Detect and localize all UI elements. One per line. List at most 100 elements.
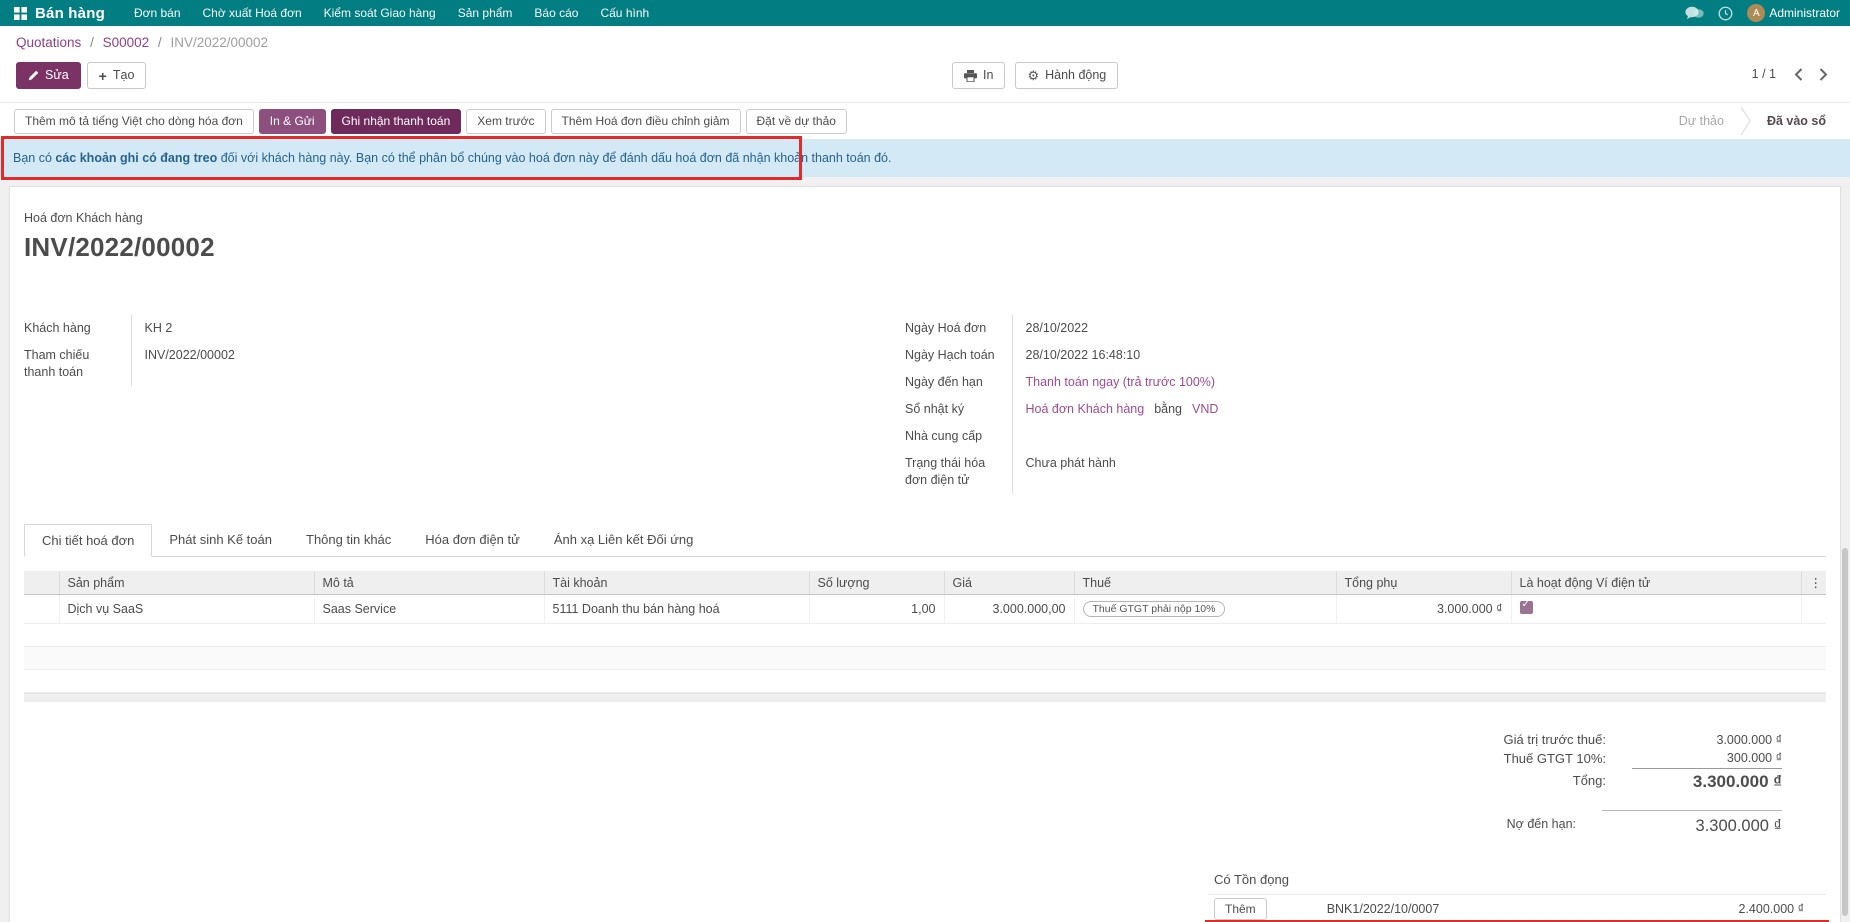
apps-grid-icon[interactable]	[14, 7, 27, 20]
tax-amount-value: 300.000 ₫	[1632, 749, 1782, 768]
add-vietnamese-description-button[interactable]: Thêm mô tả tiếng Việt cho dòng hóa đơn	[14, 109, 254, 134]
pager-previous-icon[interactable]	[1794, 68, 1803, 81]
left-field-group: Khách hàng KH 2 Tham chiếu thanh toán IN…	[24, 315, 624, 494]
payment-reference: BNK1/2022/10/0007	[1327, 902, 1440, 916]
state-draft[interactable]: Dự thảo	[1673, 110, 1730, 132]
breadcrumb-separator: /	[90, 35, 94, 50]
app-name[interactable]: Bán hàng	[35, 5, 105, 22]
tab-invoice-lines[interactable]: Chi tiết hoá đơn	[24, 524, 152, 557]
pager-count: 1 / 1	[1752, 67, 1776, 81]
list-footer-band	[24, 693, 1826, 702]
breadcrumb-s00002[interactable]: S00002	[103, 35, 150, 50]
action-button[interactable]: ⚙ Hành động	[1015, 62, 1118, 89]
activity-clock-icon[interactable]	[1718, 6, 1733, 21]
state-posted[interactable]: Đã vào sổ	[1761, 110, 1832, 132]
document-type-label: Hoá đơn Khách hàng	[24, 187, 1826, 225]
alert-text-suffix: đối với khách hàng này. Bạn có thể phân …	[221, 151, 892, 165]
field-label-customer: Khách hàng	[24, 315, 131, 342]
register-payment-button[interactable]: Ghi nhận thanh toán	[331, 109, 462, 134]
reset-to-draft-button[interactable]: Đặt về dự thảo	[746, 109, 847, 134]
tab-other-info[interactable]: Thông tin khác	[289, 524, 408, 556]
totals-section: Giá trị trước thuế: 3.000.000 ₫ Thuế GTG…	[24, 730, 1826, 838]
vertical-scrollbar[interactable]	[1842, 548, 1848, 916]
cell-quantity: 1,00	[809, 595, 944, 624]
menu-kiem-soat-giao-hang[interactable]: Kiểm soát Giao hàng	[313, 0, 447, 26]
create-button[interactable]: + Tạo	[87, 62, 147, 89]
menu-cho-xuat-hoa-don[interactable]: Chờ xuất Hoá đơn	[192, 0, 313, 26]
untaxed-amount-value: 3.000.000 ₫	[1632, 730, 1782, 749]
row-handle	[24, 595, 59, 624]
invoice-line-row[interactable]: Dịch vụ SaaS Saas Service 5111 Doanh thu…	[24, 595, 1826, 624]
control-panel: Quotations / S00002 / INV/2022/00002 Sửa…	[0, 26, 1850, 102]
breadcrumb-quotations[interactable]: Quotations	[16, 35, 81, 50]
field-value-journal[interactable]: Hoá đơn Khách hàng	[1026, 402, 1145, 416]
pager-next-icon[interactable]	[1819, 68, 1828, 81]
outstanding-credits-title: Có Tồn đọng	[1208, 868, 1826, 894]
menu-san-pham[interactable]: Sản phẩm	[447, 0, 524, 26]
amount-due-label: Nợ đến hạn:	[1507, 810, 1602, 838]
outstanding-credits-alert: Bạn có các khoản ghi có đang treo đối vớ…	[0, 139, 1850, 177]
cell-price: 3.000.000,00	[944, 595, 1074, 624]
column-description[interactable]: Mô tả	[314, 571, 544, 595]
journal-conjunction: bằng	[1154, 402, 1182, 416]
optional-columns-icon[interactable]: ⋮	[1801, 571, 1826, 595]
user-avatar: A	[1747, 4, 1765, 22]
tab-journal-items[interactable]: Phát sinh Kế toán	[152, 524, 289, 556]
total-label: Tổng:	[1504, 768, 1632, 794]
add-credit-note-button[interactable]: Thêm Hoá đơn điều chỉnh giảm	[551, 109, 741, 134]
state-arrow-icon	[1740, 107, 1751, 135]
empty-list-row	[24, 647, 1826, 670]
column-tax[interactable]: Thuế	[1074, 571, 1336, 595]
invoice-form-sheet: Hoá đơn Khách hàng INV/2022/00002 Khách …	[9, 186, 1841, 922]
field-label-due-date: Ngày đến hạn	[905, 369, 1012, 396]
field-label-payment-reference: Tham chiếu thanh toán	[24, 342, 131, 386]
top-navbar: Bán hàng Đơn bán Chờ xuất Hoá đơn Kiểm s…	[0, 0, 1850, 26]
cell-account: 5111 Doanh thu bán hàng hoá	[544, 595, 809, 624]
menu-cau-hinh[interactable]: Cấu hình	[589, 0, 660, 26]
tax-amount-label: Thuế GTGT 10%:	[1504, 749, 1632, 768]
column-price[interactable]: Giá	[944, 571, 1074, 595]
add-payment-button[interactable]: Thêm	[1214, 898, 1267, 920]
field-value-customer: KH 2	[131, 315, 311, 342]
total-value: 3.300.000 ₫	[1632, 768, 1782, 794]
cell-product: Dịch vụ SaaS	[59, 595, 314, 624]
field-value-vendor	[1012, 423, 1218, 450]
column-ewallet[interactable]: Là hoạt động Ví điện tử	[1511, 571, 1801, 595]
alert-text-prefix: Bạn có	[13, 151, 52, 165]
preview-button[interactable]: Xem trước	[466, 109, 545, 134]
outstanding-credits-section: Có Tồn đọng Thêm BNK1/2022/10/0007 2.400…	[1208, 868, 1826, 922]
tab-counterpart-mapping[interactable]: Ánh xạ Liên kết Đối ứng	[537, 524, 711, 556]
field-value-payment-terms[interactable]: Thanh toán ngay (trả trước 100%)	[1012, 369, 1218, 396]
breadcrumb-separator: /	[158, 35, 162, 50]
empty-list-row	[24, 670, 1826, 693]
gear-icon: ⚙	[1027, 69, 1039, 82]
column-handle	[24, 571, 59, 595]
menu-bao-cao[interactable]: Báo cáo	[523, 0, 589, 26]
menu-don-ban[interactable]: Đơn bán	[123, 0, 192, 26]
print-and-send-button[interactable]: In & Gửi	[259, 109, 326, 134]
cell-description: Saas Service	[314, 595, 544, 624]
field-label-invoice-date: Ngày Hoá đơn	[905, 315, 1012, 342]
messages-icon[interactable]	[1685, 6, 1704, 20]
alert-outstanding-credits-link[interactable]: các khoản ghi có đang treo	[55, 151, 217, 165]
field-value-accounting-date: 28/10/2022 16:48:10	[1012, 342, 1218, 369]
pencil-icon	[28, 70, 39, 81]
print-button[interactable]: In	[952, 62, 1005, 89]
breadcrumb: Quotations / S00002 / INV/2022/00002	[16, 35, 1834, 53]
column-account[interactable]: Tài khoản	[544, 571, 809, 595]
invoice-lines-table: Sản phẩm Mô tả Tài khoản Số lượng Giá Th…	[24, 571, 1826, 624]
edit-button[interactable]: Sửa	[16, 62, 81, 89]
field-label-accounting-date: Ngày Hạch toán	[905, 342, 1012, 369]
amount-due-value: 3.300.000 ₫	[1602, 810, 1782, 838]
payment-amount: 2.400.000 ₫	[1739, 902, 1827, 916]
column-subtotal[interactable]: Tổng phụ	[1336, 571, 1511, 595]
field-value-currency[interactable]: VND	[1192, 402, 1218, 416]
user-menu[interactable]: A Administrator	[1747, 4, 1840, 22]
untaxed-amount-label: Giá trị trước thuế:	[1504, 730, 1632, 749]
field-label-vendor: Nhà cung cấp	[905, 423, 1012, 450]
column-product[interactable]: Sản phẩm	[59, 571, 314, 595]
cell-subtotal: 3.000.000 ₫	[1336, 595, 1511, 624]
tab-einvoice[interactable]: Hóa đơn điện tử	[408, 524, 537, 556]
column-quantity[interactable]: Số lượng	[809, 571, 944, 595]
user-name: Administrator	[1769, 6, 1840, 20]
